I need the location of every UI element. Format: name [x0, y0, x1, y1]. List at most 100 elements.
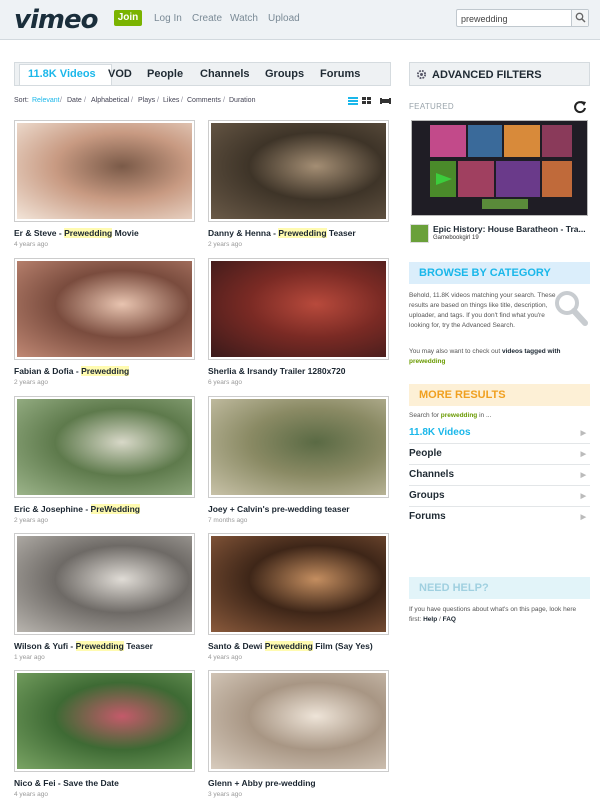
featured-video-thumbnail[interactable]: [411, 120, 588, 216]
tab-videos[interactable]: 11.8K Videos: [28, 68, 96, 80]
video-thumbnail[interactable]: [14, 396, 195, 498]
video-date: 4 years ago: [14, 791, 48, 798]
video-thumbnail[interactable]: [208, 396, 389, 498]
more-item-label: Forums: [409, 511, 446, 522]
featured-video-user[interactable]: Gamebookgirl 19: [433, 235, 479, 241]
video-title[interactable]: Santo & Dewi Prewedding Film (Say Yes): [208, 641, 408, 651]
video-title[interactable]: Glenn + Abby pre-wedding: [208, 778, 408, 788]
video-title-highlight: Prewedding: [75, 641, 124, 651]
video-title-text: Eric & Josephine -: [14, 504, 91, 514]
browse-tagged-link[interactable]: videos tagged with: [502, 348, 561, 355]
more-item-people[interactable]: People ▶: [409, 444, 590, 465]
browse-category-header[interactable]: BROWSE BY CATEGORY: [409, 262, 590, 284]
video-thumbnail[interactable]: [14, 533, 195, 635]
video-thumbnail[interactable]: [14, 670, 195, 772]
browse-tagged-text: You may also want to check out videos ta…: [409, 347, 584, 367]
sort-relevant[interactable]: Relevant: [32, 97, 60, 104]
couch-view-icon[interactable]: [380, 97, 391, 105]
video-title[interactable]: Danny & Henna - Prewedding Teaser: [208, 228, 408, 238]
more-item-channels[interactable]: Channels ▶: [409, 465, 590, 486]
advanced-filters-button[interactable]: ADVANCED FILTERS: [409, 62, 590, 86]
browse-tag-link[interactable]: prewedding: [409, 358, 445, 365]
video-card[interactable]: Sherlia & Irsandy Trailer 1280x720 6 year…: [208, 258, 389, 390]
sort-likes[interactable]: Likes: [163, 97, 179, 104]
video-title-highlight: Prewedding: [81, 366, 130, 376]
video-title-text: Fabian & Dofia -: [14, 366, 82, 376]
video-card[interactable]: Nico & Fei - Save the Date 4 years ago: [14, 670, 195, 802]
video-thumbnail[interactable]: [208, 120, 389, 222]
video-thumbnail[interactable]: [14, 120, 195, 222]
more-results-header: MORE RESULTS: [409, 384, 590, 406]
browse-description: Behold, 11.8K videos matching your searc…: [409, 292, 556, 329]
search-input[interactable]: [461, 12, 569, 25]
video-title[interactable]: Wilson & Yufi - Prewedding Teaser: [14, 641, 214, 651]
video-title[interactable]: Nico & Fei - Save the Date: [14, 778, 214, 788]
video-thumbnail[interactable]: [208, 533, 389, 635]
chevron-right-icon: ▶: [580, 493, 586, 500]
video-card[interactable]: Fabian & Dofia - Prewedding 2 years ago: [14, 258, 195, 390]
nav-create[interactable]: Create: [192, 13, 222, 24]
video-thumbnail-image: [211, 261, 386, 357]
tab-channels[interactable]: Channels: [200, 68, 250, 80]
video-thumbnail[interactable]: [208, 258, 389, 360]
vimeo-logo[interactable]: vimeo: [14, 5, 98, 35]
video-date: 7 months ago: [208, 517, 248, 524]
more-item-videos[interactable]: 11.8K Videos ▶: [409, 423, 590, 444]
join-button[interactable]: Join: [114, 10, 142, 26]
gear-icon: [416, 69, 427, 80]
tab-people[interactable]: People: [147, 68, 183, 80]
tab-vod[interactable]: VOD: [108, 68, 132, 80]
chevron-right-icon: ▶: [580, 514, 586, 521]
video-thumbnail-image: [211, 536, 386, 632]
video-card[interactable]: Wilson & Yufi - Prewedding Teaser 1 year …: [14, 533, 195, 665]
video-card[interactable]: Danny & Henna - Prewedding Teaser 2 years…: [208, 120, 389, 252]
search-icon: [575, 12, 586, 23]
advanced-filters-label: ADVANCED FILTERS: [432, 69, 542, 81]
more-item-groups[interactable]: Groups ▶: [409, 486, 590, 507]
sort-alphabetical[interactable]: Alphabetical: [91, 97, 129, 104]
more-item-forums[interactable]: Forums ▶: [409, 507, 590, 528]
tab-forums[interactable]: Forums: [320, 68, 360, 80]
sort-comments[interactable]: Comments: [187, 97, 221, 104]
video-card[interactable]: Eric & Josephine - PreWedding 2 years ago: [14, 396, 195, 528]
nav-login[interactable]: Log In: [154, 13, 182, 24]
video-title-text: Er & Steve -: [14, 228, 65, 238]
featured-user-avatar[interactable]: [410, 224, 429, 243]
video-card[interactable]: Glenn + Abby pre-wedding 3 years ago: [208, 670, 389, 802]
video-thumbnail-image: [211, 123, 386, 219]
video-thumbnail-image: [17, 673, 192, 769]
search-button[interactable]: [571, 10, 588, 26]
nav-watch[interactable]: Watch: [230, 13, 258, 24]
nav-upload[interactable]: Upload: [268, 13, 300, 24]
video-title[interactable]: Eric & Josephine - PreWedding: [14, 504, 214, 514]
video-thumbnail[interactable]: [14, 258, 195, 360]
video-thumbnail[interactable]: [208, 670, 389, 772]
sort-duration[interactable]: Duration: [229, 97, 255, 104]
video-card[interactable]: Er & Steve - Prewedding Movie 4 years ago: [14, 120, 195, 252]
help-link[interactable]: Help: [423, 616, 437, 623]
more-search-post: in ...: [477, 412, 492, 419]
tab-groups[interactable]: Groups: [265, 68, 304, 80]
video-thumbnail-image: [17, 536, 192, 632]
video-title-highlight: Prewedding: [64, 228, 113, 238]
sort-plays[interactable]: Plays: [138, 97, 155, 104]
video-title-suffix: Teaser: [326, 228, 356, 238]
chevron-right-icon: ▶: [580, 451, 586, 458]
video-title[interactable]: Joey + Calvin's pre-wedding teaser: [208, 504, 408, 514]
video-thumbnail-image: [211, 673, 386, 769]
video-title[interactable]: Er & Steve - Prewedding Movie: [14, 228, 214, 238]
list-view-icon[interactable]: [348, 97, 358, 105]
sort-bar: Sort: Relevant / Date / Alphabetical / P…: [14, 97, 392, 107]
featured-video-title[interactable]: Epic History: House Baratheon - Tra...: [433, 224, 590, 234]
more-item-label: People: [409, 448, 442, 459]
video-title-suffix: Teaser: [123, 641, 153, 651]
video-title[interactable]: Sherlia & Irsandy Trailer 1280x720: [208, 366, 408, 376]
video-card[interactable]: Joey + Calvin's pre-wedding teaser 7 mont…: [208, 396, 389, 528]
video-date: 2 years ago: [14, 379, 48, 386]
refresh-icon[interactable]: [573, 100, 587, 114]
sort-date[interactable]: Date: [67, 97, 82, 104]
video-title[interactable]: Fabian & Dofia - Prewedding: [14, 366, 214, 376]
video-card[interactable]: Santo & Dewi Prewedding Film (Say Yes) 4 …: [208, 533, 389, 665]
grid-view-icon[interactable]: [362, 97, 372, 105]
faq-link[interactable]: FAQ: [443, 616, 456, 623]
